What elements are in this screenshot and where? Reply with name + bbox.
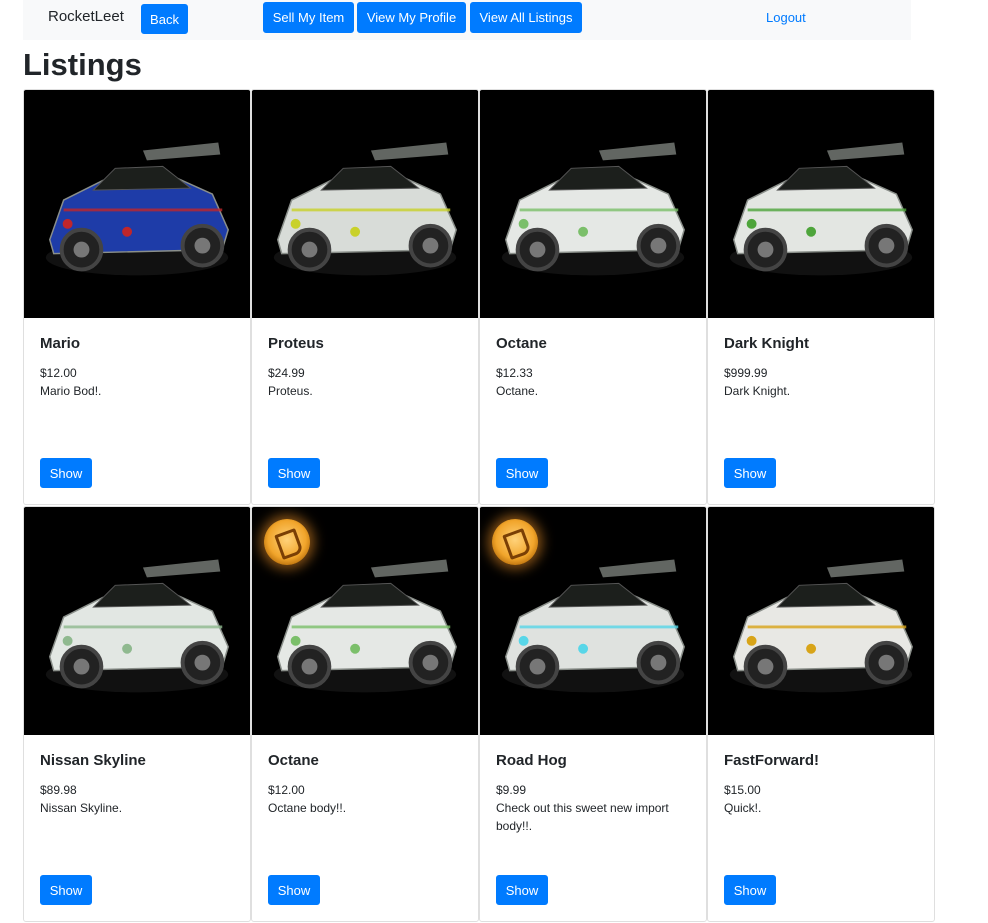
card-body: FastForward! $15.00 Quick!.: [708, 735, 934, 817]
listing-card: FastForward! $15.00 Quick!. Show: [707, 506, 935, 922]
listing-title: Octane: [268, 752, 319, 769]
listing-title: Road Hog: [496, 752, 567, 769]
listing-description: Proteus.: [268, 384, 313, 398]
listing-description: Quick!.: [724, 801, 762, 815]
listing-title: Proteus: [268, 335, 324, 352]
listing-description: Octane body!!.: [268, 801, 347, 815]
show-button[interactable]: Show: [724, 458, 776, 488]
car-octane-image: [252, 507, 478, 735]
car-dark-knight-image: [708, 90, 934, 318]
listing-description: Check out this sweet new import body!!.: [496, 801, 669, 833]
listing-price: $12.00: [40, 366, 77, 380]
car-mario-image: [24, 90, 250, 318]
show-button[interactable]: Show: [724, 875, 776, 905]
car-octane-image: [480, 90, 706, 318]
show-button[interactable]: Show: [40, 875, 92, 905]
listing-card: Octane $12.33 Octane. Show: [479, 89, 707, 505]
listing-price: $12.33: [496, 366, 533, 380]
view-my-profile-button[interactable]: View My Profile: [357, 2, 466, 33]
listing-price: $9.99: [496, 783, 527, 797]
listing-title: Octane: [496, 335, 547, 352]
car-fastforward-image: [708, 507, 934, 735]
listing-description: Dark Knight.: [724, 384, 791, 398]
card-body: Dark Knight $999.99 Dark Knight.: [708, 318, 934, 400]
card-body: Road Hog $9.99 Check out this sweet new im…: [480, 735, 706, 835]
listing-card: Nissan Skyline $89.98 Nissan Skyline. Show: [23, 506, 251, 922]
page-title: Listings: [23, 47, 142, 82]
logout-link[interactable]: Logout: [766, 10, 806, 25]
paint-badge-icon: [264, 519, 310, 565]
card-body: Proteus $24.99 Proteus.: [252, 318, 478, 400]
listing-description: Mario Bod!.: [40, 384, 102, 398]
listing-description: Octane.: [496, 384, 539, 398]
show-button[interactable]: Show: [496, 875, 548, 905]
card-body: Octane $12.33 Octane.: [480, 318, 706, 400]
listing-price: $24.99: [268, 366, 305, 380]
listing-title: FastForward!: [724, 752, 820, 769]
car-nissan-skyline-image: [24, 507, 250, 735]
listing-price: $12.00: [268, 783, 305, 797]
back-button[interactable]: Back: [141, 4, 188, 34]
listing-price: $15.00: [724, 783, 761, 797]
car-proteus-image: [252, 90, 478, 318]
listing-price: $89.98: [40, 783, 77, 797]
listing-card: Road Hog $9.99 Check out this sweet new im…: [479, 506, 707, 922]
listing-title: Nissan Skyline: [40, 752, 146, 769]
listing-title: Mario: [40, 335, 81, 352]
listing-card: Proteus $24.99 Proteus. Show: [251, 89, 479, 505]
card-body: Mario $12.00 Mario Bod!.: [24, 318, 250, 400]
listing-title: Dark Knight: [724, 335, 810, 352]
card-body: Octane $12.00 Octane body!!.: [252, 735, 478, 817]
card-body: Nissan Skyline $89.98 Nissan Skyline.: [24, 735, 250, 817]
car-road-hog-image: [480, 507, 706, 735]
show-button[interactable]: Show: [40, 458, 92, 488]
listing-description: Nissan Skyline.: [40, 801, 123, 815]
navbar: RocketLeet Back Sell My Item View My Pro…: [23, 0, 911, 40]
listings-grid: Mario $12.00 Mario Bod!. Show Proteus $24.99 P…: [23, 89, 937, 922]
listing-price: $999.99: [724, 366, 768, 380]
show-button[interactable]: Show: [268, 458, 320, 488]
listing-card: Octane $12.00 Octane body!!. Show: [251, 506, 479, 922]
paint-badge-icon: [492, 519, 538, 565]
show-button[interactable]: Show: [268, 875, 320, 905]
show-button[interactable]: Show: [496, 458, 548, 488]
listing-card: Mario $12.00 Mario Bod!. Show: [23, 89, 251, 505]
sell-my-item-button[interactable]: Sell My Item: [263, 2, 354, 33]
view-all-listings-button[interactable]: View All Listings: [470, 2, 582, 33]
brand-logo[interactable]: RocketLeet: [48, 8, 124, 25]
listing-card: Dark Knight $999.99 Dark Knight. Show: [707, 89, 935, 505]
